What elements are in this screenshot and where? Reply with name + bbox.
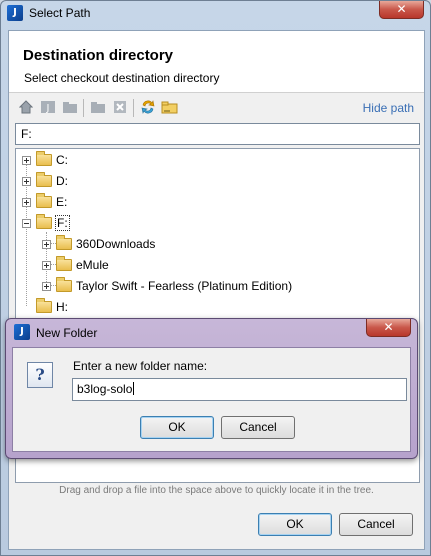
modal-ok-button[interactable]: OK [140,416,214,439]
modal-close-button[interactable]: ✕ [366,319,411,337]
intellij-icon: J [7,5,23,21]
text-caret [133,382,135,395]
new-folder-dialog: J New Folder ✕ ? Enter a new folder name… [5,318,418,459]
toolbar: J Hide path [9,95,424,119]
toolbar-separator [133,99,134,117]
tree-node-label: C: [56,153,68,167]
folder-icon [36,298,52,313]
dialog-body: Destination directory Select checkout de… [8,30,425,550]
intellij-icon: J [14,324,30,340]
tree-node-c[interactable]: C: [22,151,68,169]
modal-body: ? Enter a new folder name: b3log-solo OK… [12,347,411,452]
expand-icon[interactable] [42,260,51,270]
tree-node-label: eMule [76,258,109,272]
tree-node-label: H: [56,300,68,314]
modal-cancel-button[interactable]: Cancel [221,416,295,439]
folder-icon [36,193,52,208]
question-icon: ? [27,362,53,388]
modal-title: New Folder [36,326,98,340]
project-icon[interactable]: J [39,99,57,115]
cancel-button[interactable]: Cancel [339,513,413,536]
tree-node-emule[interactable]: eMule [42,256,109,274]
svg-text:J: J [46,103,50,114]
ok-button[interactable]: OK [258,513,332,536]
toolbar-separator [83,99,84,117]
header-title: Destination directory [23,47,174,64]
modal-prompt: Enter a new folder name: [73,359,208,373]
window-title: Select Path [29,6,91,20]
folder-icon [36,151,52,166]
expand-icon[interactable] [42,239,51,249]
tree-node-360downloads[interactable]: 360Downloads [42,235,155,253]
hide-path-link[interactable]: Hide path [363,101,414,115]
tree-node-d[interactable]: D: [22,172,68,190]
tree-node-label-selected: F: [55,215,70,231]
folder-name-input[interactable]: b3log-solo [72,378,407,401]
tree-node-f[interactable]: F: [22,214,70,232]
select-path-window: J Select Path ✕ Destination directory Se… [0,0,431,556]
expand-icon[interactable] [22,197,31,207]
folder-icon [56,277,72,292]
tree-node-label: Taylor Swift - Fearless (Platinum Editio… [76,279,293,293]
expand-icon[interactable] [42,281,51,291]
tree-node-label: 360Downloads [76,237,156,251]
delete-icon[interactable] [111,99,129,115]
expand-icon[interactable] [22,155,31,165]
show-hidden-icon[interactable] [161,99,179,115]
tree-node-h[interactable]: H: [36,298,68,316]
tree-node-taylor-swift[interactable]: Taylor Swift - Fearless (Platinum Editio… [42,277,292,295]
header-subtitle: Select checkout destination directory [24,71,220,85]
drag-drop-hint: Drag and drop a file into the space abov… [59,485,374,496]
title-bar[interactable]: J Select Path ✕ [1,1,430,27]
close-button[interactable]: ✕ [379,1,424,19]
home-icon[interactable] [17,99,35,115]
new-folder-icon[interactable] [89,99,107,115]
expand-icon[interactable] [22,176,31,186]
folder-icon [56,235,72,250]
tree-node-e[interactable]: E: [22,193,67,211]
folder-icon [56,256,72,271]
folder-icon [36,172,52,187]
refresh-icon[interactable] [139,99,157,115]
open-folder-icon [36,214,52,229]
folder-name-value: b3log-solo [77,382,133,396]
header-panel: Destination directory Select checkout de… [9,31,424,93]
path-input[interactable]: F: [15,123,420,145]
module-icon[interactable] [61,99,79,115]
tree-node-label: D: [56,174,68,188]
tree-node-label: E: [56,195,68,209]
collapse-icon[interactable] [22,218,31,228]
